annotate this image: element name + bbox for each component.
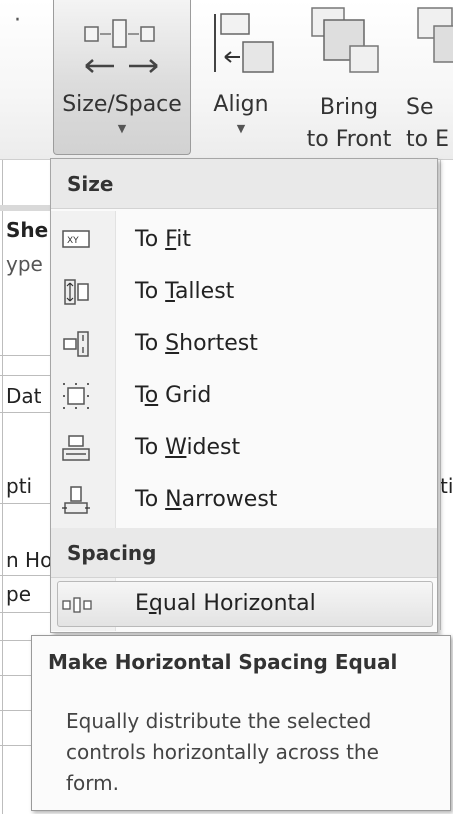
send-to-back-button[interactable]: Se to E	[404, 0, 453, 155]
bring-to-front-label-line1: Bring	[319, 95, 379, 120]
bg-line	[0, 503, 50, 504]
bg-fragment-2: ype	[6, 252, 50, 276]
menu-item-label: Equal Horizontal	[135, 591, 316, 616]
tooltip-line: controls horizontally across the	[66, 740, 379, 764]
svg-text:XY: XY	[67, 236, 79, 246]
menu-item-label: To Fit	[135, 227, 191, 252]
menu-item-to-fit[interactable]: XY To Fit	[51, 214, 437, 266]
align-label: Align	[213, 92, 269, 117]
bg-line	[0, 355, 50, 356]
menu-item-to-grid[interactable]: To Grid	[51, 370, 437, 422]
equal-horizontal-icon	[62, 597, 92, 613]
bg-header-band	[0, 205, 50, 211]
size-space-menu: Size XY To Fit To Tallest To Shortest To…	[50, 158, 438, 633]
size-space-label: Size/Space	[62, 92, 182, 117]
tooltip-line: form.	[66, 771, 119, 795]
bg-fragment-right: ti	[440, 474, 453, 498]
align-dropdown-icon: ▼	[236, 122, 246, 135]
size-space-dropdown-icon: ▼	[117, 122, 127, 135]
bg-line	[0, 640, 32, 641]
send-to-back-icon	[417, 7, 453, 63]
bg-line	[0, 575, 50, 576]
bg-line	[0, 675, 32, 676]
tooltip-title: Make Horizontal Spacing Equal	[48, 650, 398, 674]
menu-item-to-widest[interactable]: To Widest	[51, 422, 437, 474]
menu-item-to-shortest[interactable]: To Shortest	[51, 318, 437, 370]
bg-line	[440, 160, 441, 630]
bg-line	[0, 375, 50, 376]
menu-item-label: To Shortest	[135, 331, 258, 356]
to-narrowest-icon	[62, 486, 90, 514]
bg-fragment-4: pti	[6, 474, 50, 498]
bg-fragment-5: n Ho	[6, 548, 50, 572]
bg-line	[0, 710, 32, 711]
ribbon-left-edge-glyph: ·	[14, 8, 21, 33]
ribbon: · Size/Space ▼ Align ▼ Bring to Front Se…	[0, 0, 453, 160]
size-space-icon	[84, 19, 158, 73]
bg-fragment-3: Dat	[6, 384, 50, 408]
bg-line	[0, 612, 50, 613]
tooltip: Make Horizontal Spacing Equal Equally di…	[31, 635, 451, 811]
to-widest-icon	[62, 435, 90, 461]
to-shortest-icon	[63, 331, 89, 357]
tooltip-body: Equally distribute the selected controls…	[66, 706, 446, 799]
bg-fragment-1: She	[6, 218, 50, 242]
send-to-back-label-line1: Se	[406, 95, 434, 120]
menu-item-label: To Widest	[135, 435, 241, 460]
bring-to-front-label-line2: to Front	[306, 127, 392, 152]
form-border	[2, 160, 3, 814]
menu-item-label: To Narrowest	[135, 487, 278, 512]
bg-line	[0, 745, 32, 746]
bg-line	[0, 412, 50, 413]
size-section-header: Size	[51, 159, 437, 209]
size-space-button[interactable]: Size/Space ▼	[53, 0, 191, 155]
align-button[interactable]: Align ▼	[203, 0, 279, 155]
to-fit-icon: XY	[62, 230, 90, 248]
bring-to-front-icon	[311, 7, 379, 73]
menu-item-label: To Grid	[135, 383, 212, 408]
send-to-back-label: Se to E	[406, 92, 453, 156]
to-grid-icon	[63, 383, 89, 409]
menu-item-to-narrowest[interactable]: To Narrowest	[51, 474, 437, 526]
align-icon	[214, 13, 274, 73]
to-tallest-icon	[64, 279, 89, 305]
spacing-section-header: Spacing	[51, 528, 437, 578]
menu-item-label: To Tallest	[135, 279, 235, 304]
bring-to-front-label: Bring to Front	[294, 92, 404, 156]
menu-item-to-tallest[interactable]: To Tallest	[51, 266, 437, 318]
bg-fragment-6: pe	[6, 582, 50, 606]
send-to-back-label-line2: to E	[406, 127, 449, 152]
bring-to-front-button[interactable]: Bring to Front	[294, 0, 404, 155]
tooltip-line: Equally distribute the selected	[66, 709, 372, 733]
menu-item-equal-horizontal[interactable]: Equal Horizontal	[57, 581, 433, 627]
